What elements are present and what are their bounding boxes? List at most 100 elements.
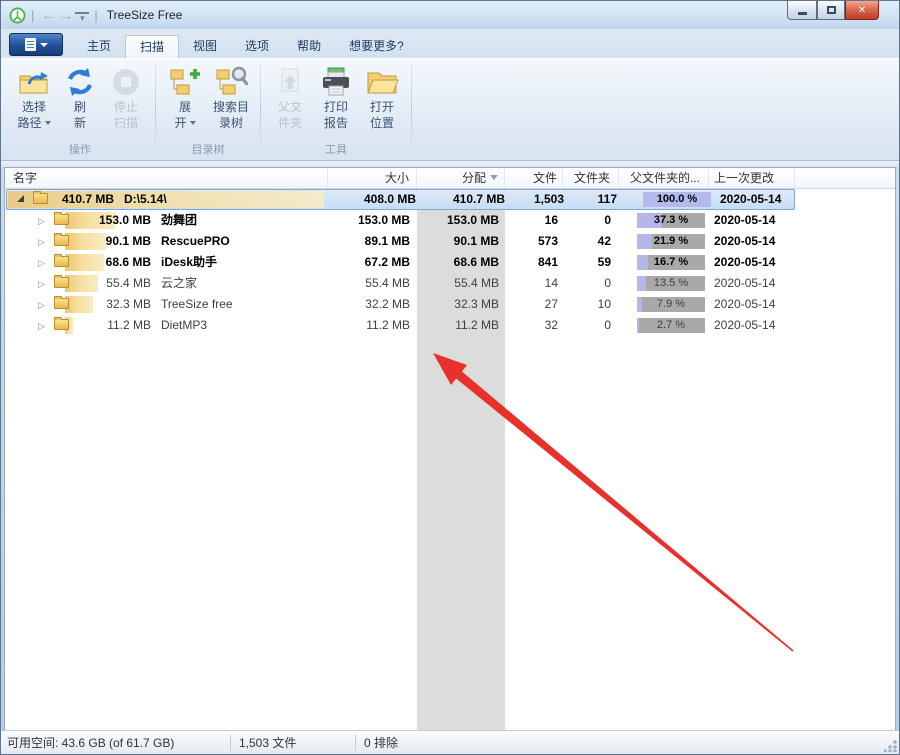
table-row[interactable]: 55.4 MB云之家 55.4 MB 55.4 MB 14 0 13.5 % 2… bbox=[5, 273, 895, 294]
expand-icon[interactable] bbox=[38, 231, 52, 254]
percent-bar: 13.5 % bbox=[637, 276, 705, 291]
percent-bar: 21.9 % bbox=[637, 234, 705, 249]
minimize-button[interactable] bbox=[787, 1, 817, 20]
file-count-status: 1,503 文件 bbox=[239, 734, 347, 751]
column-header-percent-of-parent[interactable]: 父文件夹的... bbox=[619, 168, 709, 188]
percent-label: 13.5 % bbox=[637, 276, 705, 291]
column-header-files[interactable]: 文件 bbox=[505, 168, 563, 188]
app-menu-icon bbox=[25, 38, 36, 51]
size-label: 55.4 MB bbox=[73, 273, 151, 294]
back-icon[interactable]: ← bbox=[39, 7, 57, 23]
select-path-button[interactable]: 选择 路径 bbox=[11, 63, 57, 143]
table-row[interactable]: 68.6 MBiDesk助手 67.2 MB 68.6 MB 841 59 16… bbox=[5, 252, 895, 273]
resize-grip[interactable] bbox=[884, 739, 897, 752]
app-menu-button[interactable] bbox=[9, 33, 63, 56]
group-divider bbox=[260, 64, 261, 154]
size-cell: 11.2 MB bbox=[328, 315, 417, 336]
size-cell: 408.0 MB bbox=[334, 189, 423, 210]
collapse-icon[interactable] bbox=[17, 189, 31, 210]
column-header-size[interactable]: 大小 bbox=[328, 168, 417, 188]
table-row[interactable]: 410.7 MBD:\5.14\ 408.0 MB 410.7 MB 1,503… bbox=[5, 189, 895, 210]
sort-desc-icon bbox=[490, 175, 498, 180]
print-report-button[interactable]: 打印 报告 bbox=[313, 63, 359, 143]
button-label: 停止 bbox=[114, 100, 138, 114]
percent-label: 16.7 % bbox=[637, 255, 705, 270]
button-label: 打印 bbox=[324, 100, 348, 114]
percent-bar: 2.7 % bbox=[637, 318, 705, 333]
expand-icon[interactable] bbox=[38, 252, 52, 275]
folders-cell: 0 bbox=[563, 273, 619, 294]
modified-cell: 2020-05-14 bbox=[709, 210, 795, 231]
column-header-folders[interactable]: 文件夹 bbox=[563, 168, 619, 188]
search-tree-button[interactable]: 搜索目 录树 bbox=[208, 63, 254, 143]
ribbon: 选择 路径 刷 新 bbox=[1, 58, 899, 161]
forward-icon[interactable]: → bbox=[57, 7, 75, 23]
table-row[interactable]: 90.1 MBRescuePRO 89.1 MB 90.1 MB 573 42 … bbox=[5, 231, 895, 252]
size-cell: 153.0 MB bbox=[328, 210, 417, 231]
close-button[interactable]: ✕ bbox=[845, 1, 879, 20]
expand-button[interactable]: 展 开 bbox=[162, 63, 208, 143]
folder-name: D:\5.14\ bbox=[124, 192, 167, 206]
folder-icon bbox=[54, 298, 69, 309]
size-label: 11.2 MB bbox=[73, 315, 151, 336]
modified-cell: 2020-05-14 bbox=[709, 231, 795, 252]
ribbon-group-tools: 父文 件夹 打印 报告 bbox=[263, 61, 409, 160]
button-label: 父文 bbox=[278, 100, 302, 114]
button-label: 路径 bbox=[17, 116, 50, 130]
chevron-down-icon bbox=[40, 43, 48, 47]
percent-bar: 100.0 % bbox=[643, 192, 711, 207]
folder-icon bbox=[33, 193, 48, 204]
refresh-button[interactable]: 刷 新 bbox=[57, 63, 103, 143]
select-path-icon bbox=[17, 66, 51, 98]
tab-home[interactable]: 主页 bbox=[73, 35, 125, 58]
modified-cell: 2020-05-14 bbox=[709, 294, 795, 315]
folders-cell: 117 bbox=[569, 189, 625, 210]
refresh-icon bbox=[63, 66, 97, 98]
tab-help[interactable]: 帮助 bbox=[283, 35, 335, 58]
files-cell: 14 bbox=[505, 273, 563, 294]
button-label: 搜索目 bbox=[213, 100, 249, 114]
folder-icon bbox=[54, 277, 69, 288]
quick-access-dropdown-icon[interactable]: ▾ bbox=[75, 12, 89, 22]
folders-cell: 42 bbox=[563, 231, 619, 252]
expand-icon[interactable] bbox=[38, 315, 52, 338]
table-row[interactable]: 11.2 MBDietMP3 11.2 MB 11.2 MB 32 0 2.7 … bbox=[5, 315, 895, 336]
expand-icon[interactable] bbox=[38, 294, 52, 317]
open-location-button[interactable]: 打开 位置 bbox=[359, 63, 405, 143]
size-label: 153.0 MB bbox=[73, 210, 151, 231]
files-cell: 841 bbox=[505, 252, 563, 273]
tab-view[interactable]: 视图 bbox=[179, 35, 231, 58]
table-row[interactable]: 153.0 MB劲舞团 153.0 MB 153.0 MB 16 0 37.3 … bbox=[5, 210, 895, 231]
tab-scan[interactable]: 扫描 bbox=[125, 35, 179, 58]
free-space-status: 可用空间: 43.6 GB (of 61.7 GB) bbox=[7, 734, 222, 751]
tab-options[interactable]: 选项 bbox=[231, 35, 283, 58]
titlebar: | ← → ▾ | TreeSize Free ✕ bbox=[1, 1, 899, 29]
expand-tree-icon bbox=[168, 66, 202, 98]
stop-scan-button[interactable]: 停止 扫描 bbox=[103, 63, 149, 143]
percent-cell: 13.5 % bbox=[619, 273, 709, 294]
expand-icon[interactable] bbox=[38, 273, 52, 296]
ribbon-group-directory-tree: 展 开 搜索目 录树 目录树 bbox=[158, 61, 258, 160]
parent-folder-button[interactable]: 父文 件夹 bbox=[267, 63, 313, 143]
table-row[interactable]: 32.3 MBTreeSize free 32.2 MB 32.3 MB 27 … bbox=[5, 294, 895, 315]
ribbon-tabstrip: 主页 扫描 视图 选项 帮助 想要更多? bbox=[1, 29, 899, 58]
maximize-button[interactable] bbox=[817, 1, 845, 20]
tab-want-more[interactable]: 想要更多? bbox=[335, 35, 418, 58]
column-header-name[interactable]: 名字 bbox=[5, 168, 328, 188]
separator bbox=[230, 735, 231, 751]
modified-cell: 2020-05-14 bbox=[709, 252, 795, 273]
files-cell: 27 bbox=[505, 294, 563, 315]
column-header-last-modified[interactable]: 上一次更改 bbox=[709, 168, 795, 188]
search-tree-icon bbox=[214, 66, 248, 98]
percent-cell: 16.7 % bbox=[619, 252, 709, 273]
expand-icon[interactable] bbox=[38, 210, 52, 233]
column-header-allocated[interactable]: 分配 bbox=[417, 168, 505, 188]
window-title: TreeSize Free bbox=[107, 8, 183, 22]
ribbon-group-actions: 选择 路径 刷 新 bbox=[7, 61, 153, 160]
stop-scan-icon bbox=[109, 66, 143, 98]
parent-folder-icon bbox=[273, 66, 307, 98]
group-label-tools: 工具 bbox=[267, 143, 405, 160]
percent-cell: 7.9 % bbox=[619, 294, 709, 315]
folder-name: TreeSize free bbox=[161, 297, 233, 311]
folders-cell: 10 bbox=[563, 294, 619, 315]
